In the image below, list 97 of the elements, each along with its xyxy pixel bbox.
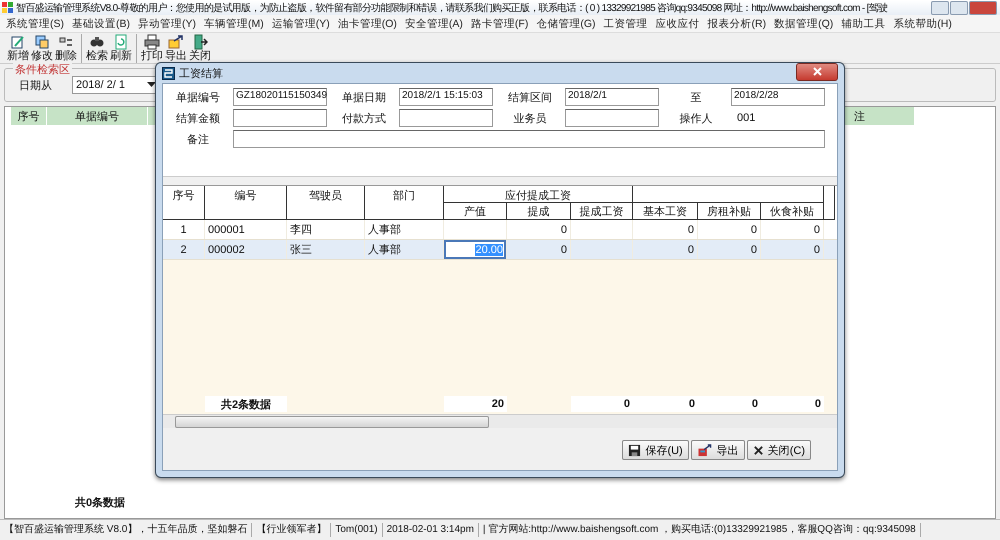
input-field[interactable]: 2018/2/28 <box>731 88 825 106</box>
input-field[interactable] <box>399 109 493 127</box>
menu-item[interactable]: 系统帮助(H) <box>889 16 956 30</box>
input-field[interactable] <box>233 109 327 127</box>
record-count: 共0条数据 <box>75 496 126 510</box>
toolbar-button[interactable]: 删除 <box>54 34 78 63</box>
total-cell: 共2条数据 <box>205 396 287 412</box>
total-cell: 0 <box>633 396 698 412</box>
close-button[interactable] <box>796 62 838 80</box>
exit-door-icon <box>192 34 208 50</box>
table-cell: 李四 <box>287 220 365 239</box>
toolbar-button[interactable]: 刷新 <box>109 34 133 63</box>
toolbar-button[interactable]: 导出 <box>164 34 188 63</box>
status-text: 【行业领军者】 <box>252 523 332 537</box>
new-document-icon <box>10 34 26 50</box>
date-dropdown[interactable]: 2018/ 2/ 1 <box>72 76 157 94</box>
table-cell: 张三 <box>287 240 365 259</box>
minimize-button[interactable] <box>931 0 949 14</box>
column-header[interactable]: 注 <box>848 107 915 125</box>
toolbar-button[interactable]: 修改 <box>30 34 54 63</box>
status-text: | 官方网站:http://www.baishengsoft.com ，购买电话:(0)13329921985，客服QQ咨询：qq:9345098 <box>478 523 921 537</box>
caret-icon <box>147 82 156 88</box>
dialog-button[interactable]: 关闭(C) <box>746 440 811 460</box>
close-icon <box>812 67 822 76</box>
table-cell: 0 <box>698 240 761 259</box>
window-icon <box>162 66 175 80</box>
menu-item[interactable]: 仓储管理(G) <box>532 16 600 30</box>
menu-item[interactable]: 安全管理(A) <box>400 16 467 30</box>
toolbar-button[interactable]: 关闭 <box>188 34 212 63</box>
table-row[interactable]: 1 000001 李四 人事部 0 0 0 0 <box>163 220 837 240</box>
table-cell: 人事部 <box>365 220 444 239</box>
table-cell: 0 <box>698 220 761 239</box>
table-cell: 0 <box>633 220 698 239</box>
input-field[interactable]: 2018/2/1 <box>565 88 659 106</box>
field-label: 单据编号 <box>175 90 221 104</box>
table-cell: 0 <box>507 240 571 259</box>
total-cell: 20 <box>444 396 507 412</box>
menu-item[interactable]: 运输管理(Y) <box>268 16 334 30</box>
horizontal-scrollbar[interactable] <box>163 414 837 428</box>
input-field[interactable] <box>233 130 825 148</box>
export-icon <box>696 444 713 456</box>
status-text: Tom(001) <box>331 523 383 537</box>
app-logo-icon <box>2 2 13 13</box>
input-field[interactable]: 2018/2/1 15:15:03 <box>399 88 493 106</box>
export-icon <box>168 34 184 50</box>
field-value: 001 <box>736 112 756 124</box>
menu-item[interactable]: 报表分析(R) <box>704 16 770 30</box>
menu-item[interactable]: 基础设置(B) <box>68 16 134 30</box>
maximize-button[interactable] <box>950 0 968 14</box>
table-cell: 2 <box>163 240 205 259</box>
panel-title: 条件检索区 <box>13 62 72 77</box>
menu-item[interactable]: 辅助工具 <box>837 16 890 30</box>
total-cell: 0 <box>698 396 761 412</box>
dialog-title: 工资结算 <box>179 66 224 80</box>
field-label: 结算区间 <box>507 90 553 104</box>
menu-item[interactable]: 数据管理(Q) <box>770 16 838 30</box>
column-group-header: 应付提成工资 <box>444 186 633 203</box>
toolbar-button[interactable]: 新增 <box>6 34 30 63</box>
field-label: 操作人 <box>678 112 714 126</box>
status-text: 2018-02-01 3:14pm <box>382 523 479 537</box>
window-title: 智百盛运输管理系统V8.0-尊敬的用户：您使用的是试用版，为防止盗版，软件留有部分功能限制和错误，请联系我们购买正版，联系电话：( 0 ) 13329921985 咨询qq:9345098 网址：http://www.baishengsoft.com - [驾驶 <box>16 2 888 14</box>
table-cell: 000002 <box>205 240 287 259</box>
field-label: 备注 <box>186 132 210 146</box>
column-header[interactable]: 单据编号 <box>47 107 148 125</box>
menu-item[interactable]: 应收应付 <box>652 16 704 30</box>
menu-item[interactable]: 车辆管理(M) <box>200 16 268 30</box>
toolbar-button[interactable]: 打印 <box>140 34 164 63</box>
field-label: 业务员 <box>512 112 548 126</box>
close-button[interactable] <box>969 0 997 14</box>
field-label: 单据日期 <box>341 90 387 104</box>
table-cell: 0 <box>761 220 824 239</box>
table-cell: 0 <box>761 240 824 259</box>
edit-icon <box>34 34 50 50</box>
field-label: 日期从 <box>19 78 52 92</box>
menu-item[interactable]: 工资管理 <box>600 16 652 30</box>
total-cell: 0 <box>761 396 824 412</box>
menu-item[interactable]: 路卡管理(F) <box>466 16 532 30</box>
toolbar-button[interactable]: 检索 <box>85 34 109 63</box>
field-label: 至 <box>690 90 702 104</box>
column-header[interactable]: 序号 <box>11 107 47 125</box>
status-text: 【智百盛运输管理系统 V8.0】，十五年品质，坚如磐石 <box>0 523 252 537</box>
menu-item[interactable]: 系统管理(S) <box>2 16 68 30</box>
table-cell: 0 <box>507 220 571 239</box>
dialog-button[interactable]: 保存(U) <box>622 440 689 460</box>
field-label: 付款方式 <box>341 112 387 126</box>
menu-item[interactable]: 异动管理(Y) <box>134 16 200 30</box>
table-row[interactable]: 2 000002 张三 人事部 20.00 0 0 0 0 <box>163 240 837 260</box>
table-cell: 1 <box>163 220 205 239</box>
dialog-button[interactable]: 导出 <box>690 440 745 460</box>
field-label: 结算金额 <box>175 112 221 126</box>
table-cell: 0 <box>633 240 698 259</box>
input-field[interactable] <box>565 109 659 127</box>
menu-item[interactable]: 油卡管理(O) <box>334 16 401 30</box>
input-field[interactable]: GZ18020115150349 <box>233 88 327 106</box>
table-cell: 000001 <box>205 220 287 239</box>
close-icon <box>752 444 764 456</box>
total-cell: 0 <box>571 396 633 412</box>
